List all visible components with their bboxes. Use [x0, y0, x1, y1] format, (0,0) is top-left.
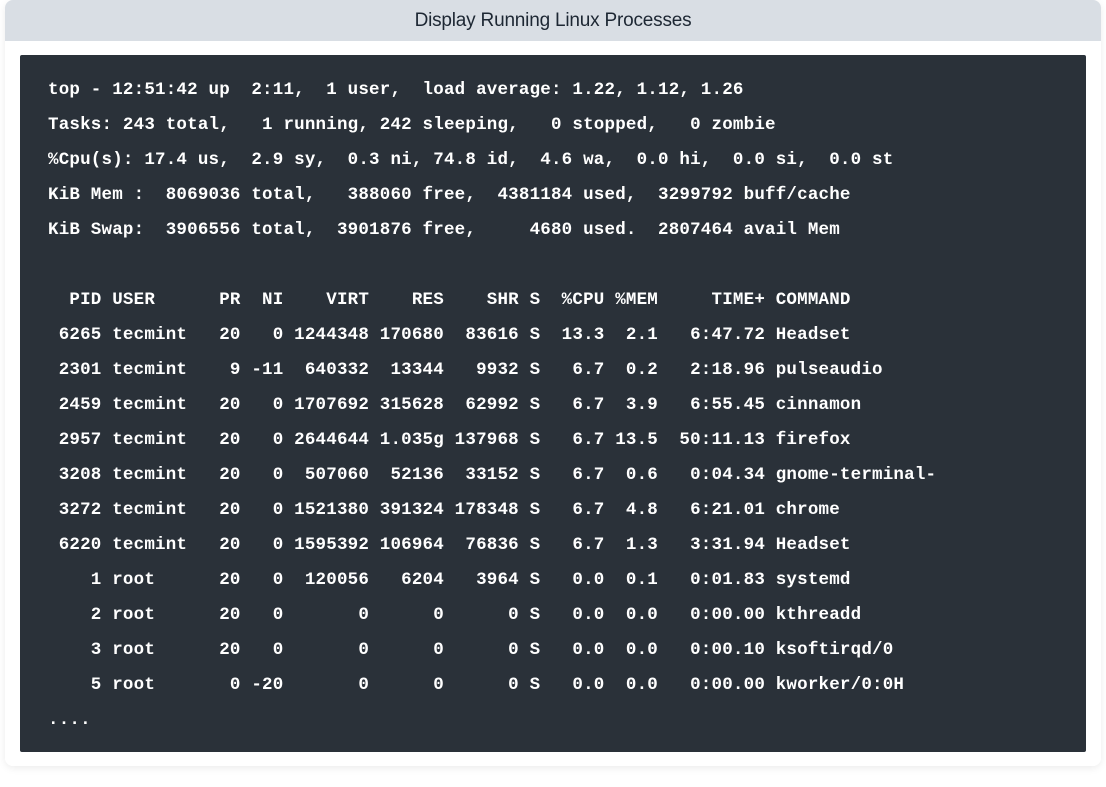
- terminal-scroll-container[interactable]: top - 12:51:42 up 2:11, 1 user, load ave…: [20, 55, 1086, 752]
- process-header-row: PID USER PR NI VIRT RES SHR S %CPU %MEM …: [48, 290, 851, 310]
- card-header: Display Running Linux Processes: [5, 0, 1101, 41]
- top-tasks-line: Tasks: 243 total, 1 running, 242 sleepin…: [48, 115, 776, 135]
- top-swap-line: KiB Swap: 3906556 total, 3901876 free, 4…: [48, 220, 840, 240]
- top-summary-line: top - 12:51:42 up 2:11, 1 user, load ave…: [48, 80, 744, 100]
- card-body: top - 12:51:42 up 2:11, 1 user, load ave…: [5, 41, 1101, 766]
- top-cpu-line: %Cpu(s): 17.4 us, 2.9 sy, 0.3 ni, 74.8 i…: [48, 150, 893, 170]
- terminal-output: top - 12:51:42 up 2:11, 1 user, load ave…: [20, 55, 1086, 752]
- top-mem-line: KiB Mem : 8069036 total, 388060 free, 43…: [48, 185, 851, 205]
- output-ellipsis: ....: [48, 710, 91, 730]
- display-card: Display Running Linux Processes top - 12…: [5, 0, 1101, 766]
- card-title: Display Running Linux Processes: [415, 10, 692, 31]
- process-rows: 6265 tecmint 20 0 1244348 170680 83616 S…: [48, 325, 936, 695]
